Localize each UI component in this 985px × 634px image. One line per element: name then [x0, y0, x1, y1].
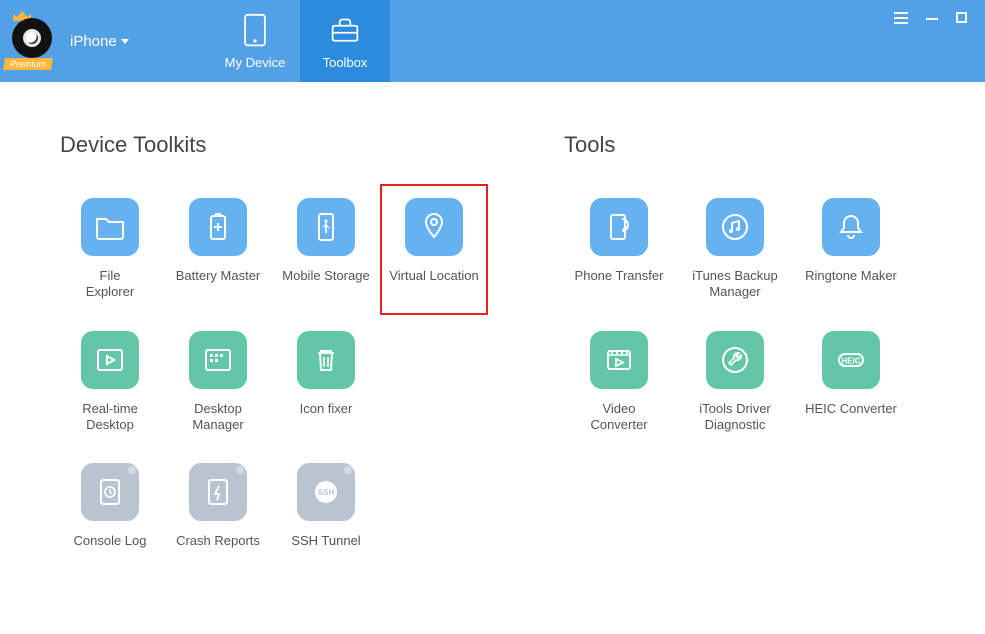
tool-video-converter[interactable]: Video Converter	[564, 327, 674, 438]
maximize-icon	[956, 12, 967, 23]
ssh-icon: SSH	[310, 476, 342, 508]
clock-file-icon	[94, 476, 126, 508]
tool-ringtone-maker[interactable]: Ringtone Maker	[796, 194, 906, 305]
tab-label: Toolbox	[323, 55, 368, 70]
tool-virtual-location[interactable]: Virtual Location	[380, 184, 488, 315]
tool-heic-converter[interactable]: HEIC HEIC Converter	[796, 327, 906, 438]
grid-window-icon	[202, 344, 234, 376]
tool-icon-fixer[interactable]: Icon fixer	[276, 327, 376, 438]
menu-button[interactable]	[894, 12, 908, 24]
main-content: Device Toolkits File Explorer Battery Ma…	[0, 82, 985, 569]
battery-icon	[202, 211, 234, 243]
usb-phone-icon	[310, 211, 342, 243]
location-pin-icon	[418, 211, 450, 243]
tool-label: Desktop Manager	[192, 401, 243, 434]
tool-itools-driver-diagnostic[interactable]: iTools Driver Diagnostic	[680, 327, 790, 438]
tool-mobile-storage[interactable]: Mobile Storage	[276, 194, 376, 305]
device-selector[interactable]: iPhone	[70, 33, 129, 50]
section-tools: Tools Phone Transfer iTunes Backup Manag…	[564, 132, 906, 569]
tool-desktop-manager[interactable]: Desktop Manager	[168, 327, 268, 438]
wrench-circle-icon	[719, 344, 751, 376]
tool-label: SSH Tunnel	[291, 533, 360, 565]
tool-label: Ringtone Maker	[805, 268, 897, 300]
minimize-button[interactable]	[926, 12, 938, 20]
tool-label: Crash Reports	[176, 533, 260, 565]
tab-label: My Device	[225, 55, 286, 70]
tool-console-log[interactable]: Console Log	[60, 459, 160, 569]
heic-icon: HEIC	[835, 344, 867, 376]
tools-grid: Phone Transfer iTunes Backup Manager Rin…	[564, 194, 906, 437]
tablet-icon	[240, 13, 270, 49]
tool-label: Console Log	[74, 533, 147, 565]
trash-icon	[310, 344, 342, 376]
tool-file-explorer[interactable]: File Explorer	[60, 194, 160, 305]
tool-label: Battery Master	[176, 268, 261, 300]
minimize-icon	[926, 18, 938, 20]
device-label: iPhone	[70, 33, 117, 50]
tool-itunes-backup-manager[interactable]: iTunes Backup Manager	[680, 194, 790, 305]
tool-label: Mobile Storage	[282, 268, 369, 300]
tool-label: Real-time Desktop	[82, 401, 138, 434]
play-window-icon	[94, 344, 126, 376]
tool-real-time-desktop[interactable]: Real-time Desktop	[60, 327, 160, 438]
bell-icon	[835, 211, 867, 243]
tab-toolbox[interactable]: Toolbox	[300, 0, 390, 82]
phone-transfer-icon	[603, 211, 635, 243]
section-title: Device Toolkits	[60, 132, 484, 158]
tool-label: Phone Transfer	[575, 268, 664, 300]
dropdown-caret-icon	[121, 39, 129, 44]
crash-file-icon	[202, 476, 234, 508]
header-left: Premium iPhone	[0, 0, 210, 82]
tool-label: File Explorer	[86, 268, 134, 301]
tool-label: Virtual Location	[389, 268, 478, 300]
music-disc-icon	[719, 211, 751, 243]
tool-label: HEIC Converter	[805, 401, 897, 433]
tool-label: iTunes Backup Manager	[692, 268, 778, 301]
section-title: Tools	[564, 132, 906, 158]
svg-text:SSH: SSH	[318, 488, 335, 497]
tool-crash-reports[interactable]: Crash Reports	[168, 459, 268, 569]
tool-label: iTools Driver Diagnostic	[699, 401, 771, 434]
folder-icon	[94, 211, 126, 243]
nav-tabs: My Device Toolbox	[210, 0, 390, 82]
tool-label: Video Converter	[590, 401, 647, 434]
device-toolkits-grid: File Explorer Battery Master Mobile Stor…	[60, 194, 484, 569]
tool-ssh-tunnel[interactable]: SSH SSH Tunnel	[276, 459, 376, 569]
section-device-toolkits: Device Toolkits File Explorer Battery Ma…	[60, 132, 484, 569]
window-controls	[894, 0, 985, 82]
tool-label: Icon fixer	[300, 401, 353, 433]
premium-badge: Premium	[3, 58, 53, 70]
film-icon	[603, 344, 635, 376]
maximize-button[interactable]	[956, 12, 967, 23]
tool-battery-master[interactable]: Battery Master	[168, 194, 268, 305]
app-header: Premium iPhone My Device Toolbox	[0, 0, 985, 82]
svg-text:HEIC: HEIC	[841, 356, 860, 365]
app-logo: Premium	[6, 14, 60, 68]
toolbox-icon	[330, 13, 360, 49]
tool-phone-transfer[interactable]: Phone Transfer	[564, 194, 674, 305]
tab-my-device[interactable]: My Device	[210, 0, 300, 82]
